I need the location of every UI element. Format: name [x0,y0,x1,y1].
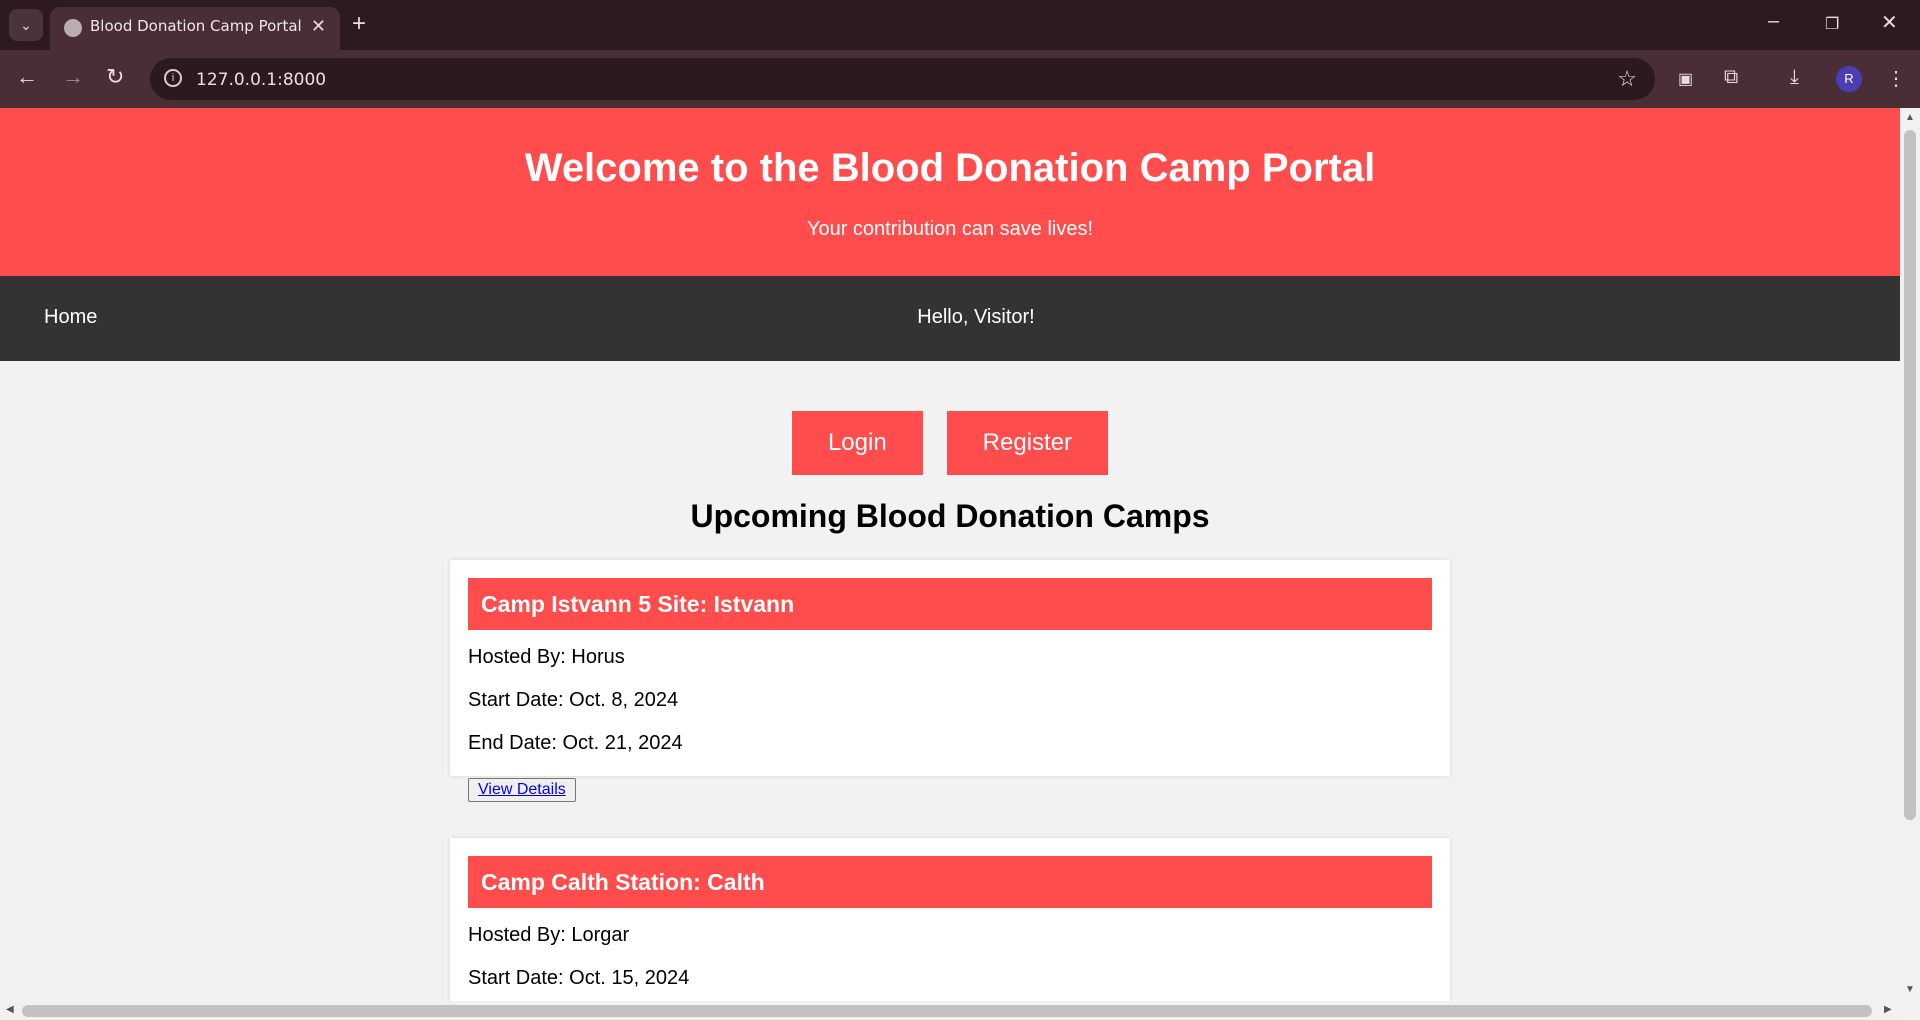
media-icon[interactable]: ▣ [1678,69,1693,89]
tab-title: Blood Donation Camp Portal [90,17,302,35]
site-header: Welcome to the Blood Donation Camp Porta… [0,108,1900,276]
camp-name: Camp Istvann 5 Site: Istvann [468,578,1432,630]
globe-icon [64,19,82,37]
reload-icon[interactable]: ↻ [106,64,124,90]
camp-end-date: End Date: Oct. 21, 2024 [468,732,683,754]
window-close-icon[interactable]: ✕ [1881,10,1898,35]
camp-card: Camp Calth Station: Calth Hosted By: Lor… [450,838,1450,1001]
scroll-down-icon[interactable]: ▼ [1905,984,1915,995]
page-subtitle: Your contribution can save lives! [806,218,1094,240]
download-icon[interactable]: ⤓ [1790,66,1799,89]
address-bar[interactable]: i 127.0.0.1:8000 ☆ [150,58,1655,100]
vertical-scrollbar[interactable]: ▲ ▼ [1900,108,1920,1001]
vertical-scroll-thumb[interactable] [1904,130,1916,820]
browser-tab-bar: ⌄ Blood Donation Camp Portal ✕ + – ❐ ✕ [0,0,1920,50]
forward-icon[interactable]: → [62,64,84,90]
close-icon[interactable]: ✕ [311,16,326,37]
scroll-up-icon[interactable]: ▲ [1905,112,1915,123]
auth-actions: Login Register [0,411,1900,475]
avatar[interactable]: R [1836,66,1862,92]
page-title: Welcome to the Blood Donation Camp Porta… [524,146,1376,190]
section-title: Upcoming Blood Donation Camps [690,498,1210,534]
back-icon[interactable]: ← [16,64,38,90]
info-icon[interactable]: i [164,69,182,87]
browser-toolbar: ← → ↻ i 127.0.0.1:8000 ☆ ▣ ⧉ ⤓ R ⋮ [0,50,1920,108]
browser-tab[interactable]: Blood Donation Camp Portal ✕ [50,7,340,50]
camp-host: Hosted By: Lorgar [468,924,630,946]
page-viewport: Welcome to the Blood Donation Camp Porta… [0,108,1900,1001]
minimize-icon[interactable]: – [1768,10,1779,33]
more-icon[interactable]: ⋮ [1886,66,1906,91]
site-navbar: Home Hello, Visitor! [0,276,1900,361]
camp-name: Camp Calth Station: Calth [468,856,1432,908]
camp-card: Camp Istvann 5 Site: Istvann Hosted By: … [450,560,1450,802]
camp-start-date: Start Date: Oct. 8, 2024 [468,689,679,711]
horizontal-scroll-thumb[interactable] [22,1005,1872,1017]
scroll-left-icon[interactable]: ◀ [6,1004,14,1015]
plus-icon[interactable]: + [352,10,366,38]
horizontal-scrollbar[interactable]: ◀ ▶ [0,1001,1900,1020]
login-button[interactable]: Login [791,411,923,475]
camp-host: Hosted By: Horus [468,646,625,668]
camp-start-date: Start Date: Oct. 15, 2024 [468,967,690,989]
nav-greeting: Hello, Visitor! [917,306,1035,328]
register-button[interactable]: Register [946,411,1109,475]
restore-icon[interactable]: ❐ [1825,14,1839,34]
view-details-button[interactable]: View Details [468,778,576,802]
url-text[interactable]: 127.0.0.1:8000 [196,70,326,90]
extension-icon[interactable]: ⧉ [1724,66,1738,89]
star-icon[interactable]: ☆ [1617,66,1637,92]
scroll-right-icon[interactable]: ▶ [1884,1004,1892,1015]
tab-search-icon[interactable]: ⌄ [9,9,43,41]
